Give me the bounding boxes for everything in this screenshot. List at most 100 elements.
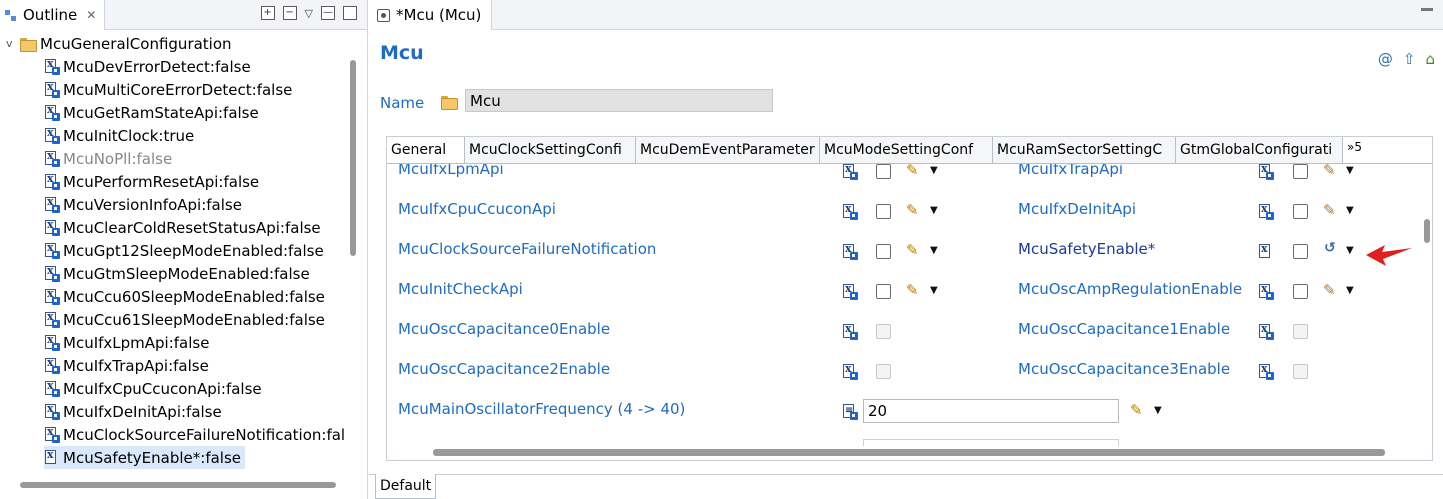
edit-pencil-icon[interactable]: ✎: [1323, 201, 1336, 219]
tab-gtmglobalconfigurati[interactable]: GtmGlobalConfigurati: [1176, 137, 1343, 164]
close-icon[interactable]: ✕: [86, 8, 96, 22]
edit-pencil-icon[interactable]: ✎: [906, 164, 919, 179]
parameter-checkbox[interactable]: [876, 204, 891, 219]
parameter-label: McuOscCapacitance0Enable: [398, 320, 611, 338]
tab-default[interactable]: Default: [375, 474, 437, 499]
parameter-icon: [44, 379, 60, 397]
parameter-icon: [44, 425, 60, 443]
tree-item[interactable]: McuClearColdResetStatusApi:false: [44, 216, 321, 239]
tree-item[interactable]: McuClockSourceFailureNotification:fal: [44, 423, 345, 446]
tree-item[interactable]: McuGetRamStateApi:false: [44, 101, 259, 124]
maximize-icon[interactable]: [343, 6, 357, 20]
dropdown-arrow-icon[interactable]: ▼: [1154, 405, 1162, 416]
chevron-down-icon[interactable]: v: [6, 37, 20, 50]
edit-pencil-icon[interactable]: ✎: [906, 281, 919, 299]
tree-item[interactable]: McuIfxDeInitApi:false: [44, 400, 222, 423]
tree-item[interactable]: McuPerformResetApi:false: [44, 170, 259, 193]
parameter-input[interactable]: [863, 439, 1119, 446]
dropdown-arrow-icon[interactable]: ▼: [1346, 285, 1354, 296]
tree-root-node[interactable]: v McuGeneralConfiguration: [6, 32, 232, 55]
at-sign-icon[interactable]: @: [1378, 50, 1393, 68]
tree-item[interactable]: McuCcu60SleepModeEnabled:false: [44, 285, 325, 308]
outline-tabbar: Outline ✕ + − ▽ —: [0, 0, 367, 30]
dropdown-arrow-icon[interactable]: ▼: [1346, 245, 1354, 256]
tab-mcuramsectorsettingc[interactable]: McuRamSectorSettingC: [993, 137, 1176, 164]
tree-item[interactable]: McuIfxCpuCcuconApi:false: [44, 377, 262, 400]
parameter-checkbox[interactable]: [1293, 284, 1308, 299]
dropdown-arrow-icon[interactable]: ▼: [930, 245, 938, 256]
parameter-checkbox[interactable]: [1293, 164, 1308, 179]
parameter-label: McuIfxDeInitApi: [1018, 200, 1136, 218]
dropdown-arrow-icon[interactable]: ▼: [1346, 205, 1354, 216]
tree-item[interactable]: McuIfxLpmApi:false: [44, 331, 209, 354]
collapse-all-icon[interactable]: −: [282, 6, 297, 20]
tree-item[interactable]: McuNoPll:false: [44, 147, 172, 170]
reset-default-icon[interactable]: ↺: [1324, 240, 1336, 256]
edit-pencil-icon[interactable]: ✎: [906, 201, 919, 219]
tree-item[interactable]: McuCcu61SleepModeEnabled:false: [44, 308, 325, 331]
folder-open-icon: [20, 37, 37, 52]
parameter-icon: [44, 149, 60, 167]
parameter-checkbox[interactable]: [876, 284, 891, 299]
parameter-label: McuMainOscillatorFrequency (4 -> 40): [398, 400, 686, 418]
view-menu-icon[interactable]: ▽: [305, 7, 313, 20]
outline-horizontal-scrollbar[interactable]: [20, 482, 336, 488]
tree-item-label: McuClearColdResetStatusApi:false: [63, 218, 321, 237]
tree-item[interactable]: McuVersionInfoApi:false: [44, 193, 242, 216]
minimize-icon[interactable]: [1421, 8, 1433, 11]
parameter-icon: [842, 322, 858, 340]
dropdown-arrow-icon[interactable]: ▼: [930, 285, 938, 296]
parameter-form: McuIfxLpmApi✎▼McuIfxTrapApi✎▼McuIfxCpuCc…: [387, 164, 1420, 446]
parameter-icon: [842, 202, 858, 220]
editor-tabbar: *Mcu (Mcu): [369, 0, 1443, 30]
outline-vertical-scrollbar[interactable]: [350, 60, 356, 256]
dropdown-arrow-icon[interactable]: ▼: [1346, 165, 1354, 176]
expand-all-icon[interactable]: +: [260, 6, 275, 20]
outline-toolbar: + − ▽ —: [260, 6, 357, 20]
outline-tab[interactable]: Outline ✕: [0, 0, 106, 30]
edit-pencil-icon[interactable]: ✎: [1130, 401, 1143, 419]
parameter-label: McuIfxLpmApi: [398, 164, 504, 178]
edit-pencil-icon[interactable]: ✎: [1323, 164, 1336, 179]
parameter-label: McuOscCapacitance1Enable: [1018, 320, 1231, 338]
arrow-up-icon[interactable]: ⇧: [1403, 50, 1416, 68]
tab-general[interactable]: General: [387, 137, 465, 164]
module-config-icon: [377, 8, 390, 22]
edit-pencil-icon[interactable]: ✎: [906, 241, 919, 259]
tree-item[interactable]: McuIfxTrapApi:false: [44, 354, 209, 377]
parameter-icon: [44, 57, 60, 75]
home-icon[interactable]: ⌂: [1425, 50, 1435, 68]
parameter-checkbox[interactable]: [1293, 204, 1308, 219]
dropdown-arrow-icon[interactable]: ▼: [930, 205, 938, 216]
parameter-checkbox: [876, 324, 891, 339]
tree-item-label: McuInitClock:true: [63, 126, 195, 145]
minimize-icon[interactable]: —: [321, 6, 335, 20]
tree-item[interactable]: McuGtmSleepModeEnabled:false: [44, 262, 310, 285]
parameter-icon: [842, 282, 858, 300]
parameter-checkbox[interactable]: [1293, 244, 1308, 259]
tree-item[interactable]: McuInitClock:true: [44, 124, 194, 147]
container-tabs: General McuClockSettingConfi McuDemEventPa…: [387, 137, 1366, 164]
tree-item[interactable]: McuDevErrorDetect:false: [44, 55, 251, 78]
tab-mcumodesettingconf[interactable]: McuModeSettingConf: [820, 137, 993, 164]
tree-item[interactable]: McuGpt12SleepModeEnabled:false: [44, 239, 324, 262]
tabs-overflow-button[interactable]: »5: [1343, 137, 1366, 164]
numeric-parameter-icon: [842, 404, 858, 420]
tab-mcuclocksettingconfi[interactable]: McuClockSettingConfi: [465, 137, 636, 164]
edit-pencil-icon[interactable]: ✎: [1323, 281, 1336, 299]
parameter-label: McuIfxCpuCcuconApi: [398, 200, 556, 218]
tree-item[interactable]: McuSafetyEnable*:false: [44, 446, 246, 469]
form-horizontal-scrollbar[interactable]: [433, 449, 1385, 456]
tree-item-label: McuGtmSleepModeEnabled:false: [63, 264, 310, 283]
form-row: McuIfxLpmApi ✎ ▼ McuIfxTrapApi ✎ ▼: [387, 164, 1420, 192]
frequency-input[interactable]: 20: [863, 399, 1119, 423]
parameter-label: McuInitCheckApi: [398, 280, 523, 298]
tab-mcudemeventparameter[interactable]: McuDemEventParameter: [636, 137, 820, 164]
editor-tab-mcu[interactable]: *Mcu (Mcu): [369, 0, 493, 30]
tree-item[interactable]: McuMultiCoreErrorDetect:false: [44, 78, 292, 101]
name-field[interactable]: Mcu: [465, 89, 773, 112]
parameter-checkbox[interactable]: [876, 164, 891, 179]
form-vertical-scrollbar[interactable]: [1424, 219, 1430, 243]
dropdown-arrow-icon[interactable]: ▼: [930, 165, 938, 176]
parameter-checkbox[interactable]: [876, 244, 891, 259]
